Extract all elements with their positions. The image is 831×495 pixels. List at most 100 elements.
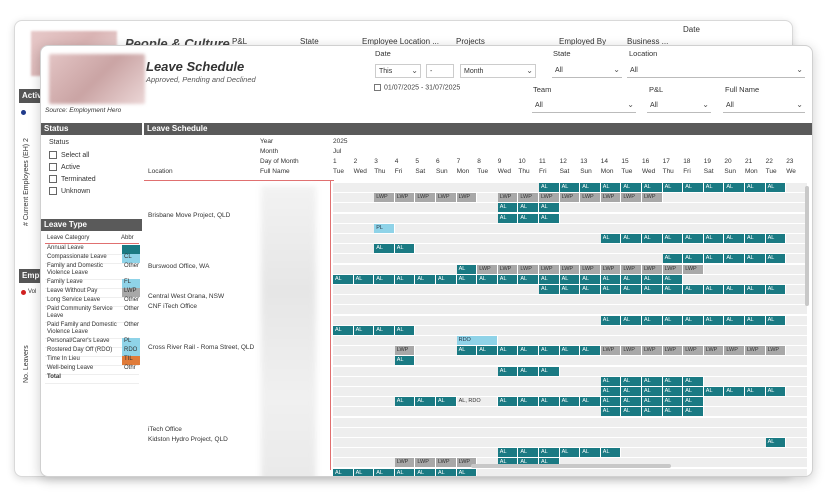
leave-cell[interactable]: AL [456, 468, 478, 476]
leave-cell[interactable]: AL [683, 397, 704, 407]
leave-type-row[interactable]: Paid Community Service Leave Other [45, 306, 139, 323]
leave-cell[interactable]: AL [518, 448, 539, 458]
status-option-unknown[interactable]: Unknown [49, 187, 90, 195]
horizontal-scrollbar[interactable] [471, 464, 671, 468]
date-period-select[interactable]: Month ⌄ [460, 64, 536, 78]
leave-cell[interactable]: AL [703, 254, 725, 264]
status-option-active[interactable]: Active [49, 163, 80, 171]
leave-cell[interactable]: AL [353, 274, 375, 284]
leave-cell[interactable]: PL [374, 223, 395, 233]
leave-cell[interactable]: AL [518, 203, 539, 213]
leave-cell[interactable]: LWP [600, 264, 622, 274]
leave-cell[interactable]: LWP [456, 193, 478, 203]
leave-cell[interactable]: RDO [456, 336, 498, 345]
leave-cell[interactable]: AL [765, 438, 787, 447]
leave-cell[interactable]: AL [456, 346, 478, 356]
leave-cell[interactable]: AL [580, 285, 601, 294]
leave-cell[interactable]: AL [600, 234, 622, 243]
leave-cell[interactable]: LWP [600, 193, 622, 203]
leave-type-row[interactable]: Total [45, 374, 139, 384]
leave-cell[interactable]: AL [745, 285, 766, 294]
leave-cell[interactable]: AL [394, 356, 416, 366]
leave-cell[interactable]: AL [703, 315, 725, 325]
leave-cell[interactable]: AL [497, 213, 519, 223]
leave-cell[interactable]: AL [353, 468, 375, 476]
leave-cell[interactable]: LWP [436, 458, 457, 468]
leave-cell[interactable]: LWP [621, 264, 642, 274]
leave-cell[interactable]: LWP [621, 193, 642, 203]
leave-cell[interactable]: AL [703, 234, 725, 243]
leave-cell[interactable]: LWP [559, 264, 581, 274]
leave-cell[interactable]: AL [415, 397, 436, 407]
leave-cell[interactable]: LWP [642, 346, 663, 356]
leave-cell[interactable]: AL [353, 325, 375, 335]
leave-cell[interactable]: AL [497, 397, 519, 407]
leave-cell[interactable]: AL [683, 407, 704, 417]
leave-cell[interactable]: AL [642, 407, 663, 417]
leave-cell[interactable]: AL [436, 274, 457, 284]
leave-cell[interactable]: AL [559, 285, 581, 294]
leave-cell[interactable]: LWP [642, 264, 663, 274]
leave-cell[interactable]: AL [497, 203, 519, 213]
leave-type-row[interactable]: Paid Family and Domestic Violence Leave O… [45, 322, 139, 339]
leave-cell[interactable]: AL [539, 346, 560, 356]
leave-cell[interactable]: LWP [662, 346, 684, 356]
leave-cell[interactable]: AL [662, 285, 684, 294]
date-count-input[interactable]: - [426, 64, 454, 78]
leave-cell[interactable]: LWP [374, 193, 395, 203]
leave-cell[interactable]: AL [621, 376, 642, 386]
leave-cell[interactable]: AL [683, 315, 704, 325]
leave-cell[interactable]: AL [642, 376, 663, 386]
leave-cell[interactable]: AL [559, 397, 581, 407]
leave-cell[interactable]: AL [456, 264, 478, 274]
leave-cell[interactable]: AL [642, 315, 663, 325]
leave-cell[interactable]: AL [374, 325, 395, 335]
leave-cell[interactable]: AL [600, 274, 622, 284]
leave-cell[interactable]: AL [662, 274, 684, 284]
leave-cell[interactable]: AL [539, 183, 560, 192]
leave-cell[interactable]: AL [621, 183, 642, 192]
leave-cell[interactable]: AL [621, 234, 642, 243]
leave-cell[interactable]: AL [724, 285, 745, 294]
leave-cell[interactable]: LWP [477, 264, 498, 274]
leave-cell[interactable]: AL [662, 407, 684, 417]
leave-cell[interactable]: LWP [394, 458, 416, 468]
leave-cell[interactable]: AL [600, 397, 622, 407]
leave-cell[interactable]: AL [394, 244, 416, 254]
leave-cell[interactable]: AL [745, 387, 766, 396]
leave-cell[interactable]: AL [518, 397, 539, 407]
leave-cell[interactable]: AL [539, 448, 560, 458]
state-select[interactable]: All ⌄ [552, 64, 622, 78]
leave-cell[interactable]: LWP [724, 346, 745, 356]
leave-cell[interactable]: AL [683, 285, 704, 294]
leave-cell[interactable]: AL [394, 397, 416, 407]
leave-cell[interactable]: AL [683, 376, 704, 386]
leave-cell[interactable]: AL [600, 315, 622, 325]
leave-cell[interactable]: AL [477, 346, 498, 356]
leave-cell[interactable]: AL [497, 366, 519, 376]
leave-cell[interactable]: AL [580, 346, 601, 356]
leave-cell[interactable]: AL [497, 448, 519, 458]
leave-cell[interactable]: AL [600, 285, 622, 294]
leave-cell[interactable]: AL [394, 325, 416, 335]
checkbox-icon[interactable] [49, 187, 57, 195]
leave-cell[interactable]: AL [333, 274, 354, 284]
leave-cell[interactable]: LWP [497, 264, 519, 274]
team-select[interactable]: All ⌄ [532, 99, 636, 113]
leave-cell[interactable]: AL [642, 285, 663, 294]
leave-cell[interactable]: AL [683, 254, 704, 264]
leave-cell[interactable]: LWP [394, 346, 416, 356]
leave-cell[interactable]: AL [724, 234, 745, 243]
leave-cell[interactable]: LWP [539, 264, 560, 274]
date-mode-select[interactable]: This ⌄ [375, 64, 421, 78]
leave-cell[interactable]: LWP [683, 346, 704, 356]
leave-cell[interactable]: AL [642, 397, 663, 407]
leave-cell[interactable]: AL [745, 183, 766, 192]
leave-cell[interactable]: AL [559, 346, 581, 356]
leave-cell[interactable]: AL [765, 315, 787, 325]
leave-cell[interactable]: AL [745, 254, 766, 264]
leave-cell[interactable]: AL [580, 274, 601, 284]
checkbox-icon[interactable] [49, 175, 57, 183]
leave-cell[interactable]: AL [600, 387, 622, 396]
leave-cell[interactable]: AL [374, 468, 395, 476]
